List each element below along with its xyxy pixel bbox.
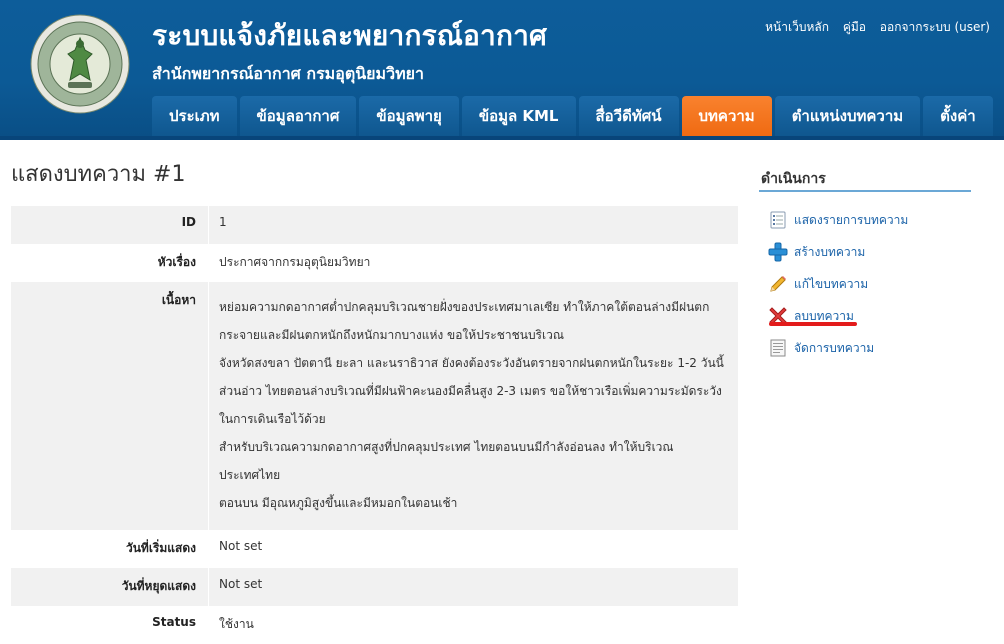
article-detail-table: ID 1 หัวเรื่อง ประกาศจากกรมอุตุนิยมวิทยา… (11, 206, 738, 644)
site-header: ระบบแจ้งภัยและพยากรณ์อากาศ สำนักพยากรณ์อ… (0, 0, 1004, 136)
status-label: Status (11, 606, 209, 644)
tab-category[interactable]: ประเภท (152, 96, 237, 136)
site-subtitle: สำนักพยากรณ์อากาศ กรมอุตุนิยมวิทยา (152, 64, 424, 83)
table-row: หัวเรื่อง ประกาศจากกรมอุตุนิยมวิทยา (11, 244, 738, 282)
tab-storm-data[interactable]: ข้อมูลพายุ (359, 96, 459, 136)
plus-icon (768, 242, 788, 262)
subject-value: ประกาศจากกรมอุตุนิยมวิทยา (208, 244, 738, 282)
edit-article-link[interactable]: แก้ไขบทความ (768, 268, 908, 300)
content-line: สำหรับบริเวณความกดอากาศสูงที่ปกคลุมประเท… (219, 440, 674, 482)
main-nav: ประเภท ข้อมูลอากาศ ข้อมูลพายุ ข้อมูล KML… (152, 96, 993, 136)
tab-weather-data[interactable]: ข้อมูลอากาศ (239, 96, 357, 136)
delete-article-link[interactable]: ลบบทความ (768, 300, 908, 332)
operations-title: ดำเนินการ (761, 171, 826, 187)
id-label: ID (11, 206, 209, 244)
content-line: จังหวัดสงขลา ปัตตานี ยะลา และนราธิวาส ยั… (219, 356, 724, 370)
content-line: หย่อมความกดอากาศต่ำปกคลุมบริเวณชายฝั่งขอ… (219, 300, 710, 314)
status-value: ใช้งาน (208, 606, 738, 644)
content-line: ส่วนอ่าว ไทยตอนล่างบริเวณที่มีฝนฟ้าคะนอง… (219, 384, 722, 398)
create-article-label: สร้างบทความ (794, 244, 866, 259)
end-date-value: Not set (208, 568, 738, 606)
operations-menu: แสดงรายการบทความ สร้างบทความ แก้ไขบทความ… (768, 204, 908, 364)
header-divider (0, 136, 1004, 140)
tab-kml-data[interactable]: ข้อมูล KML (461, 96, 576, 136)
create-article-link[interactable]: สร้างบทความ (768, 236, 908, 268)
content-label: เนื้อหา (11, 282, 209, 530)
manual-link[interactable]: คู่มือ (843, 20, 866, 34)
content-value: หย่อมความกดอากาศต่ำปกคลุมบริเวณชายฝั่งขอ… (208, 282, 738, 530)
end-date-label: วันที่หยุดแสดง (11, 568, 209, 606)
list-icon (770, 211, 786, 229)
content-line: ในการเดินเรือไว้ด้วย (219, 412, 326, 426)
department-logo (30, 14, 130, 114)
top-links: หน้าเว็บหลัก คู่มือ ออกจากระบบ (user) (755, 18, 990, 37)
id-value: 1 (208, 206, 738, 244)
tab-article-positions[interactable]: ตำแหน่งบทความ (774, 96, 921, 136)
table-row: เนื้อหา หย่อมความกดอากาศต่ำปกคลุมบริเวณช… (11, 282, 738, 530)
operations-divider (759, 190, 971, 192)
document-icon (770, 339, 786, 357)
content-line: กระจายและมีฝนตกหนักถึงหนักมากบางแห่ง ขอใ… (219, 328, 564, 342)
site-title: ระบบแจ้งภัยและพยากรณ์อากาศ (152, 19, 548, 52)
edit-article-label: แก้ไขบทความ (794, 276, 869, 291)
manage-articles-link[interactable]: จัดการบทความ (768, 332, 908, 364)
page-title: แสดงบทความ #1 (11, 162, 186, 187)
red-underline-annotation (769, 322, 857, 326)
subject-label: หัวเรื่อง (11, 244, 209, 282)
start-date-value: Not set (208, 530, 738, 568)
tab-settings[interactable]: ตั้งค่า (923, 96, 993, 136)
pencil-icon (770, 276, 786, 292)
list-articles-label: แสดงรายการบทความ (794, 212, 909, 227)
manage-articles-label: จัดการบทความ (794, 340, 875, 355)
content-line: ตอนบน มีอุณหภูมิสูงขึ้นและมีหมอกในตอนเช้… (219, 496, 458, 510)
table-row: ID 1 (11, 206, 738, 244)
table-row: วันที่เริ่มแสดง Not set (11, 530, 738, 568)
tab-video-media[interactable]: สื่อวีดีทัศน์ (578, 96, 679, 136)
table-row: Status ใช้งาน (11, 606, 738, 644)
start-date-label: วันที่เริ่มแสดง (11, 530, 209, 568)
home-link[interactable]: หน้าเว็บหลัก (765, 20, 829, 34)
logout-link[interactable]: ออกจากระบบ (user) (880, 20, 990, 34)
tab-articles[interactable]: บทความ (681, 96, 772, 136)
list-articles-link[interactable]: แสดงรายการบทความ (768, 204, 908, 236)
table-row: วันที่หยุดแสดง Not set (11, 568, 738, 606)
